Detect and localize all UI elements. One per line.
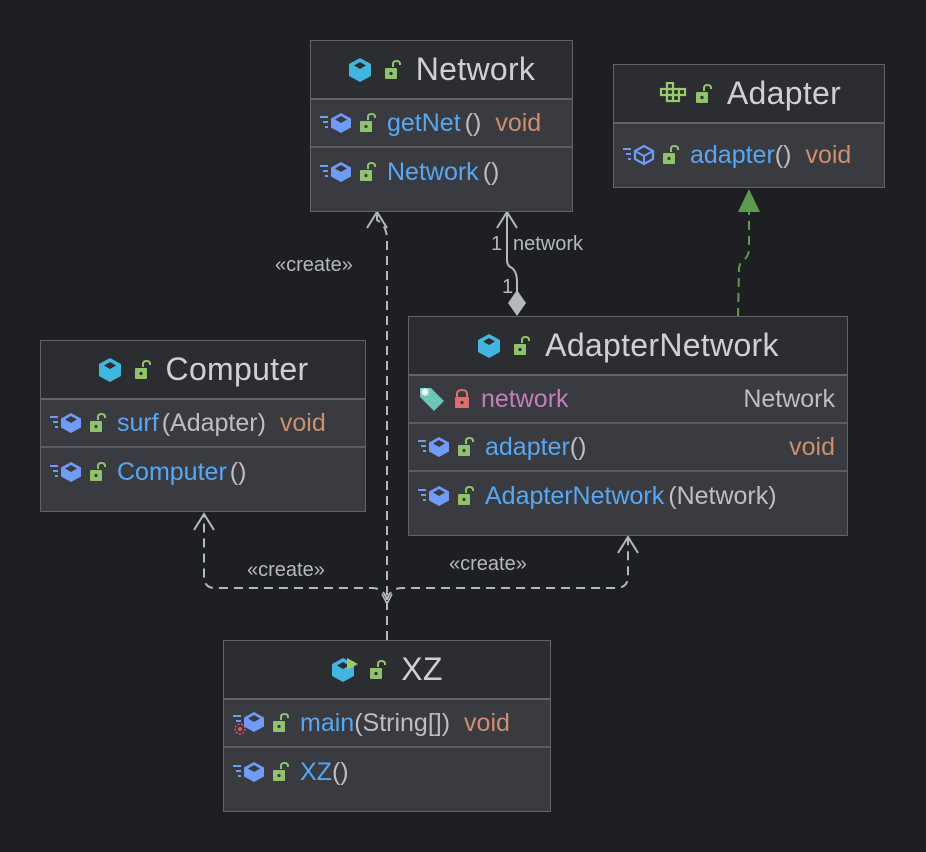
private-lock-icon [453,389,471,409]
member-type: void [495,108,542,137]
member-row[interactable]: XZ () [224,748,550,796]
class-header: AdapterNetwork [409,317,847,376]
member-params: () [229,457,247,486]
member-row[interactable]: getNet () void [311,100,572,148]
method-icon [49,411,83,435]
interface-adapter[interactable]: Adapter adapter () void [613,64,885,188]
class-header: XZ [224,641,550,700]
method-icon [319,160,353,184]
assoc-name-label: network [513,233,584,255]
member-params: () [569,432,587,461]
member-params: () [774,140,792,169]
class-icon [477,333,501,359]
dependency-xz-network[interactable] [376,212,388,640]
member-name: adapter [690,140,775,169]
member-name: Computer [117,457,227,486]
realization-adapternetwork-adapter[interactable] [737,210,750,318]
member-params: (Network) [668,481,777,510]
abstract-method-icon [622,143,656,167]
member-type: void [464,708,510,737]
public-lock-icon [359,113,377,133]
method-icon [417,435,451,459]
member-name: adapter [485,432,570,461]
assoc-mult-bottom: 1 [502,276,514,298]
public-lock-icon [89,413,107,433]
method-icon [49,460,83,484]
runnable-class-icon [331,657,359,683]
member-row[interactable]: Computer () [41,448,365,496]
public-lock-icon [359,162,377,182]
class-name: XZ [401,651,443,687]
public-lock-icon [457,486,475,506]
create-label-computer: «create» [247,559,325,581]
public-lock-icon [272,762,290,782]
class-header: Adapter [614,65,884,124]
class-adapternetwork[interactable]: AdapterNetwork network Network adapter (… [408,316,848,536]
public-lock-icon [695,83,713,104]
member-row[interactable]: AdapterNetwork (Network) [409,472,847,520]
member-params: (Adapter) [161,408,266,437]
assoc-mult-top: 1 [491,233,503,255]
class-computer[interactable]: Computer surf (Adapter) void Computer () [40,340,366,512]
public-lock-icon [369,659,387,680]
member-name: AdapterNetwork [485,481,665,510]
class-header: Network [311,41,572,100]
public-lock-icon [457,437,475,457]
member-row[interactable]: network Network [409,376,847,424]
member-row[interactable]: surf (Adapter) void [41,400,365,448]
public-lock-icon [384,59,402,80]
member-name: surf [117,408,159,437]
member-params: (String[]) [354,708,451,737]
class-name: Adapter [726,75,842,111]
public-lock-icon [89,462,107,482]
public-lock-icon [134,359,152,380]
member-params: () [482,157,500,186]
member-type: Network [743,384,835,413]
public-lock-icon [662,145,680,165]
public-lock-icon [513,335,531,356]
class-icon [348,57,372,83]
interface-icon [657,81,687,106]
class-header: Computer [41,341,365,400]
create-label-network: «create» [275,254,353,276]
class-xz[interactable]: XZ main (String[]) void XZ () [223,640,551,812]
static-method-icon [232,710,266,736]
class-network[interactable]: Network getNet () void Network () [310,40,573,212]
class-name: Computer [165,351,309,387]
dependency-xz-computer[interactable] [203,514,388,601]
member-name: XZ [300,757,332,786]
member-type: void [279,408,326,437]
member-name: Network [387,157,479,186]
class-icon [98,357,122,383]
method-icon [319,111,353,135]
member-type: void [805,140,852,169]
realization-triangle [738,189,760,212]
member-row[interactable]: main (String[]) void [224,700,550,748]
field-icon [417,386,447,412]
member-row[interactable]: adapter () void [614,124,884,186]
member-params: () [331,757,349,786]
method-icon [232,760,266,784]
member-row[interactable]: Network () [311,148,572,196]
member-name: network [481,384,569,413]
member-name: main [300,708,355,737]
member-type: void [789,432,835,461]
public-lock-icon [272,713,290,733]
member-name: getNet [387,108,461,137]
member-params: () [464,108,482,137]
class-name: AdapterNetwork [545,327,779,363]
class-name: Network [415,51,536,87]
create-label-adapternetwork: «create» [449,553,527,575]
member-row[interactable]: adapter () void [409,424,847,472]
method-icon [417,484,451,508]
